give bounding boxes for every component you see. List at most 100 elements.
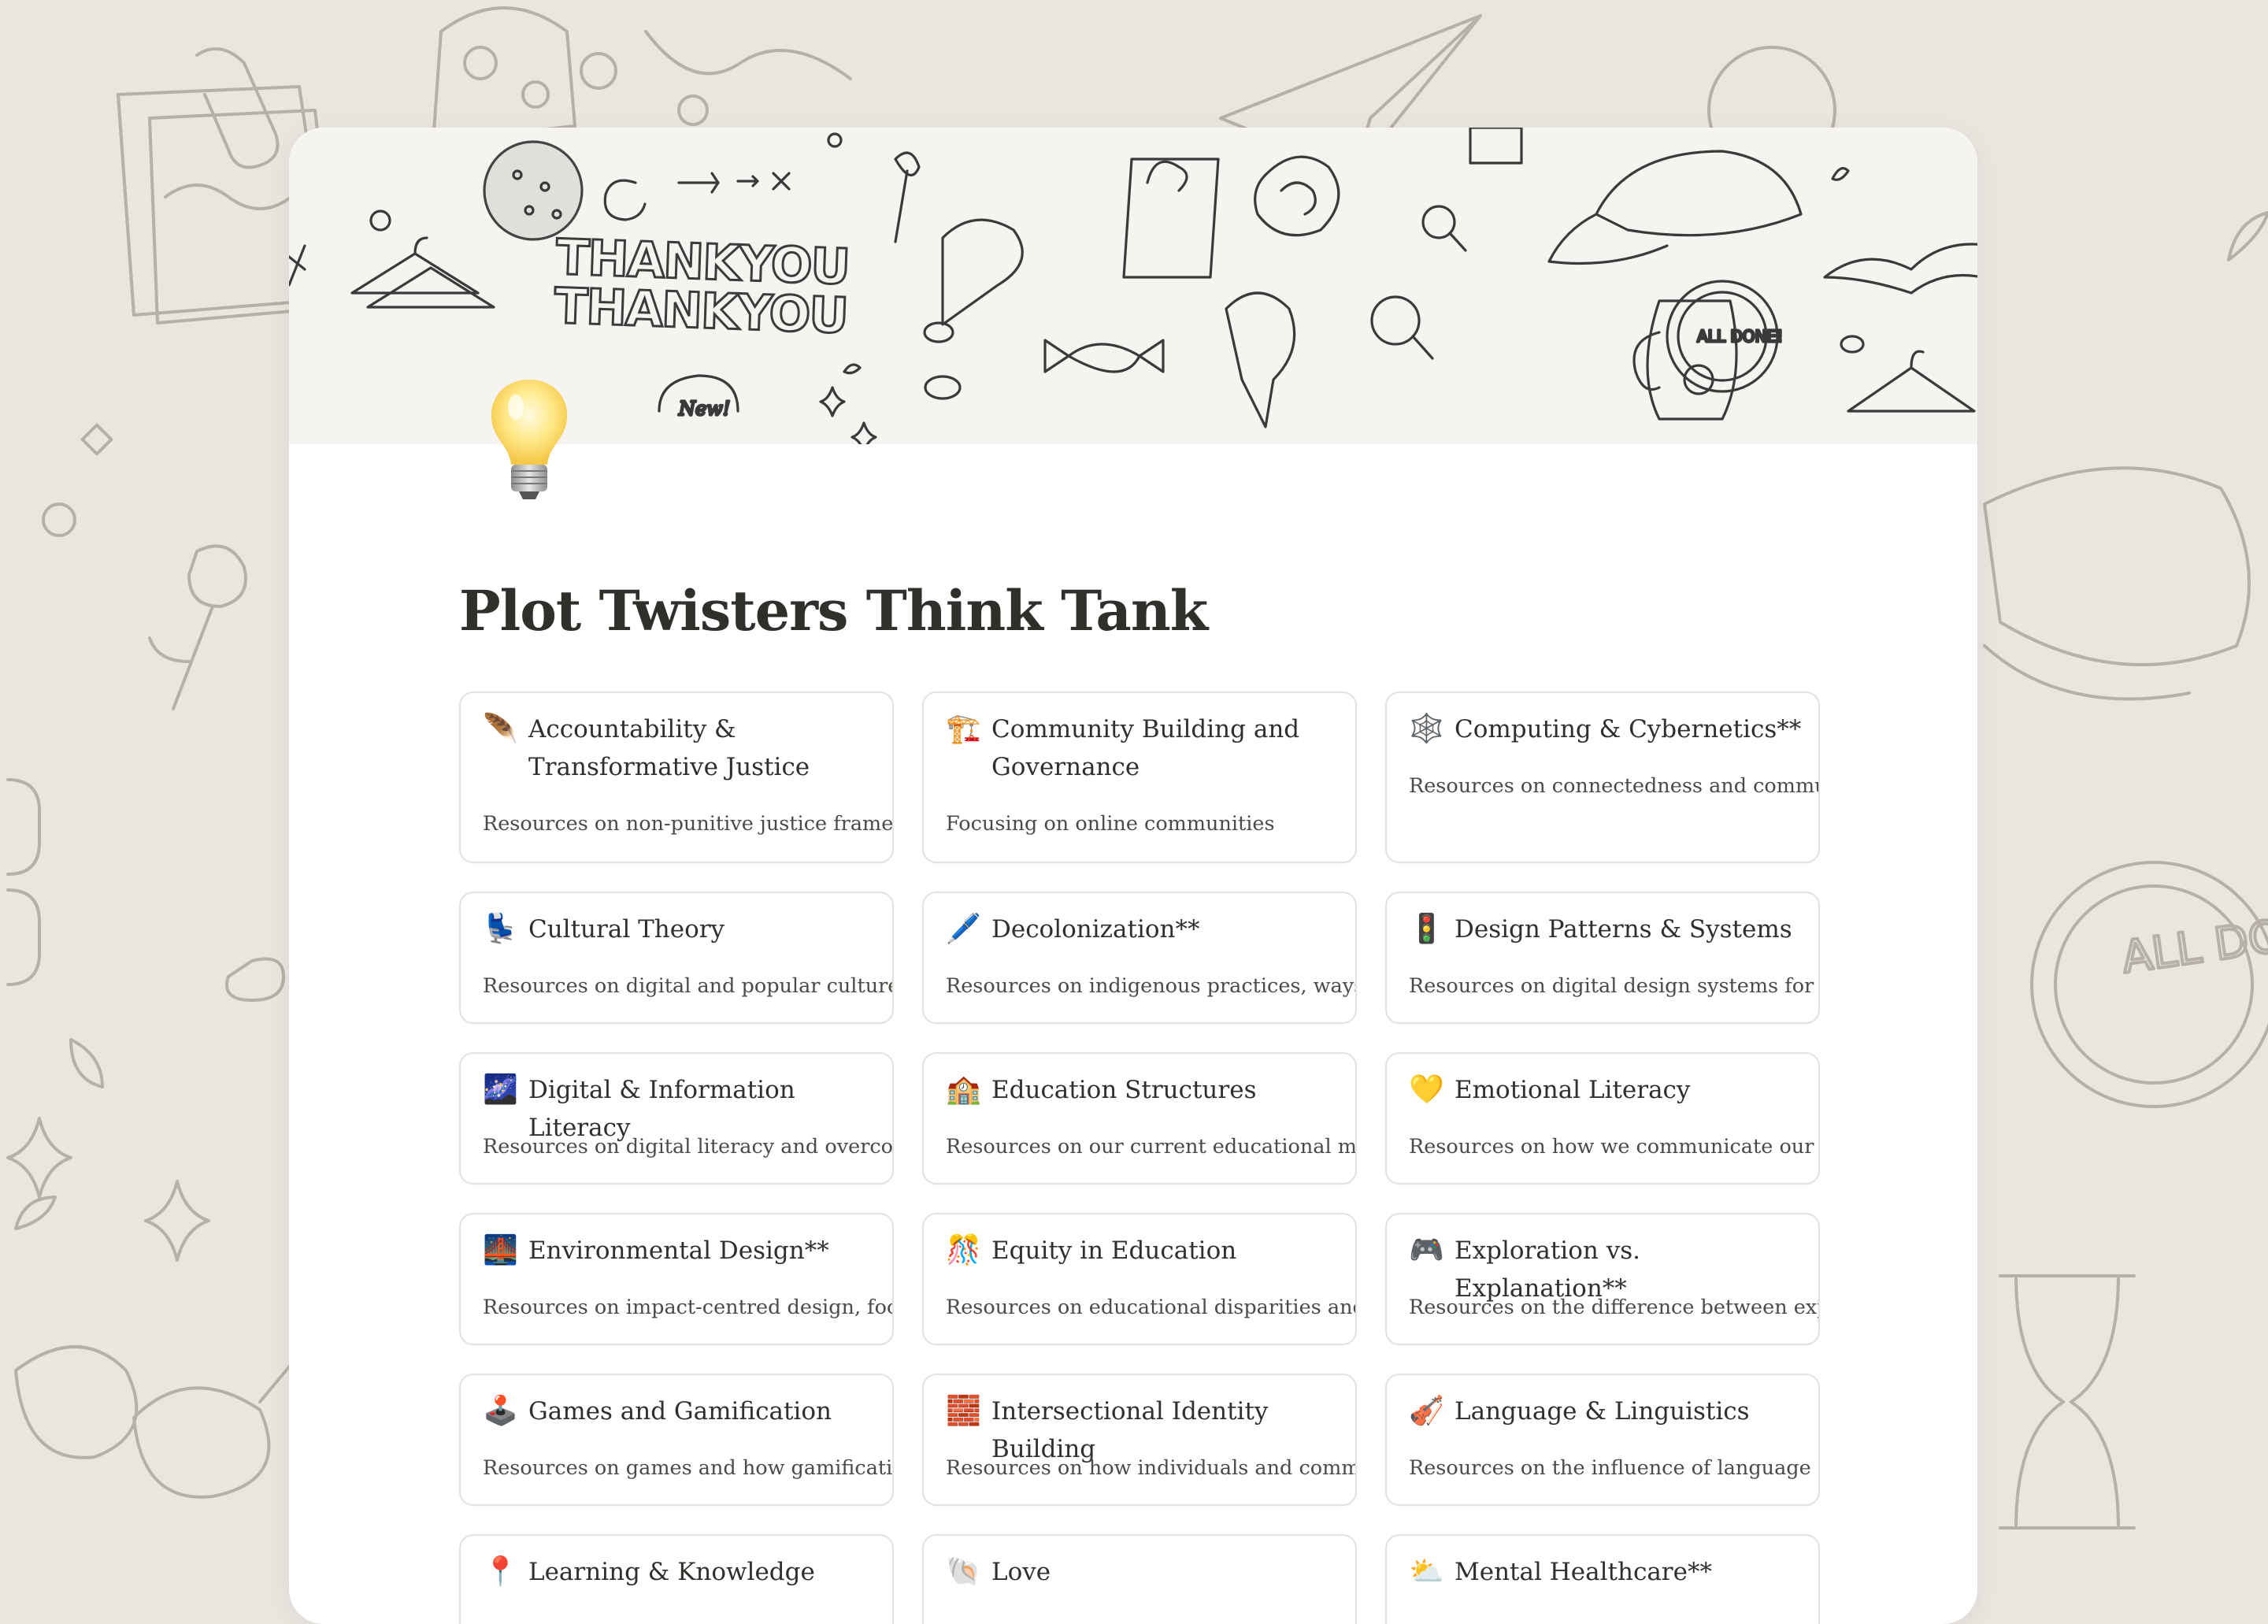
gallery-card[interactable]: 🚦 Design Patterns & Systems Resources on… [1385,892,1820,1024]
cover-new-text: New! [678,398,730,420]
card-description: Resources on digital and popular culture [483,974,892,998]
card-title: 🌉 Environmental Design** [483,1232,876,1270]
shopping-bag-doodle [1122,158,1220,279]
magnifier-handle-doodle [1411,335,1434,360]
school-icon: 🏫 [946,1073,981,1106]
gallery-card[interactable]: 📍 Learning & Knowledge [459,1534,894,1624]
leaf-doodle [69,1038,104,1088]
card-title: 🪶 Accountability & Transformative Justic… [483,710,876,786]
gallery-card[interactable]: 💛 Emotional Literacy Resources on how we… [1385,1052,1820,1185]
sparkle-doodle [6,1117,72,1199]
gallery-card[interactable]: 🪶 Accountability & Transformative Justic… [459,691,894,863]
arrow-doodle [736,175,759,187]
pen-icon: 🖊️ [946,913,981,945]
card-title: 💺 Cultural Theory [483,910,876,948]
gallery-card[interactable]: 🏗️ Community Building and Governance Foc… [922,691,1357,863]
leaf-doodle [14,1196,57,1230]
gallery-card[interactable]: 💺 Cultural Theory Resources on digital a… [459,892,894,1024]
gallery-card[interactable]: 🌉 Environmental Design** Resources on im… [459,1213,894,1345]
card-title-text: Design Patterns & Systems [1455,915,1792,944]
card-title: ⛅ Mental Healthcare** [1409,1553,1803,1591]
joystick-icon: 🕹️ [483,1395,518,1427]
card-description: Resources on the influence of language o… [1409,1456,1818,1480]
candy-doodle [1043,339,1165,373]
card-title-text: Cultural Theory [528,915,725,944]
magnifier-handle-doodle [1448,232,1467,252]
circle-doodle [827,132,843,148]
card-description: Resources on educational disparities and… [946,1296,1355,1319]
circle-doodle [42,502,76,537]
gallery-card[interactable]: 🏫 Education Structures Resources on our … [922,1052,1357,1185]
card-title: 💛 Emotional Literacy [1409,1071,1803,1109]
glasses-doodle [14,1345,301,1499]
gallery-card[interactable]: 🎮 Exploration vs. Explanation** Resource… [1385,1213,1820,1345]
gallery-card[interactable]: ⛅ Mental Healthcare** [1385,1534,1820,1624]
u-shape-doodle [6,888,41,986]
card-title-text: Equity in Education [991,1237,1237,1265]
sparkle-doodle [144,1180,210,1262]
page-title: Plot Twisters Think Tank [459,578,1208,643]
game-controller-icon: 🎮 [1409,1234,1444,1266]
rose-doodle [148,544,247,710]
sparkle-doodle [819,386,846,417]
note-doodle [1469,128,1523,165]
gallery-card[interactable]: 🎊 Equity in Education Resources on educa… [922,1213,1357,1345]
card-title-text: Emotional Literacy [1455,1076,1691,1104]
cover-badge-text: ALL DONE! [1697,327,1783,346]
construction-crane-icon: 🏗️ [946,713,981,745]
badge-doodle [2030,861,2268,1108]
traffic-light-icon: 🚦 [1409,913,1444,945]
spiral-shell-icon: 🐚 [946,1555,981,1588]
bridge-icon: 🌉 [483,1234,518,1266]
gallery-card[interactable]: 🎻 Language & Linguistics Resources on th… [1385,1374,1820,1506]
hanger-doodle [1847,350,1976,413]
bouquet-doodle [1225,291,1296,428]
u-shape-doodle [6,778,41,876]
card-title: 🏗️ Community Building and Governance [946,710,1340,786]
card-description: Resources on games and how gamification … [483,1456,892,1480]
gallery-card[interactable]: 🕸️ Computing & Cybernetics** Resources o… [1385,691,1820,863]
gallery-card[interactable]: 🐚 Love [922,1534,1357,1624]
leaf-doodle [2227,211,2268,261]
page-card: New! ALL DONE! THANKYOU THANKYOU Plot Tw… [289,128,1977,1624]
card-title-text: Decolonization** [991,915,1200,944]
card-title: 🚦 Design Patterns & Systems [1409,910,1803,948]
light-bulb-icon[interactable] [478,372,580,514]
hanger-doodle [366,266,495,309]
violin-icon: 🎻 [1409,1395,1444,1427]
card-description: Resources on digital literacy and overco… [483,1135,892,1159]
card-title-text: Computing & Cybernetics** [1455,715,1802,743]
yellow-heart-icon: 💛 [1409,1073,1444,1106]
circle-doodle [369,209,391,232]
dot-doodle [463,46,498,80]
card-title-text: Learning & Knowledge [528,1558,815,1586]
gallery-card[interactable]: 🖊️ Decolonization** Resources on indigen… [922,892,1357,1024]
card-title: 🖊️ Decolonization** [946,910,1340,948]
hourglass-doodle [1999,1274,2136,1529]
string-doodle [644,30,852,80]
ellipse-doodle [225,957,285,1002]
book-doodle [1823,243,1977,295]
cookie-doodle [432,6,576,143]
pebble-doodle [924,375,962,400]
cap-doodle [1983,466,2251,666]
squiggle-doodle [164,184,293,210]
card-description: Resources on digital design systems for … [1409,974,1818,998]
cookie-doodle [483,140,584,241]
gallery-card[interactable]: 🕹️ Games and Gamification Resources on g… [459,1374,894,1506]
card-title: 🕹️ Games and Gamification [483,1392,876,1430]
brick-icon: 🧱 [946,1395,981,1427]
confetti-ball-icon: 🎊 [946,1234,981,1266]
card-description: Resources on the difference between expl… [1409,1296,1818,1319]
card-title-text: Environmental Design** [528,1237,829,1265]
leaf-doodle [1831,167,1850,181]
card-description: Focusing on online communities [946,812,1275,836]
card-description: Resources on non-punitive justice framew… [483,812,892,836]
gallery-card[interactable]: 🌌 Digital & Information Literacy Resourc… [459,1052,894,1185]
dot-doodle [580,52,617,90]
cap-doodle [1547,150,1803,265]
card-title-text: Mental Healthcare** [1455,1558,1712,1586]
spider-web-icon: 🕸️ [1409,713,1444,745]
dot-doodle [677,95,709,126]
gallery-card[interactable]: 🧱 Intersectional Identity Building Resou… [922,1374,1357,1506]
